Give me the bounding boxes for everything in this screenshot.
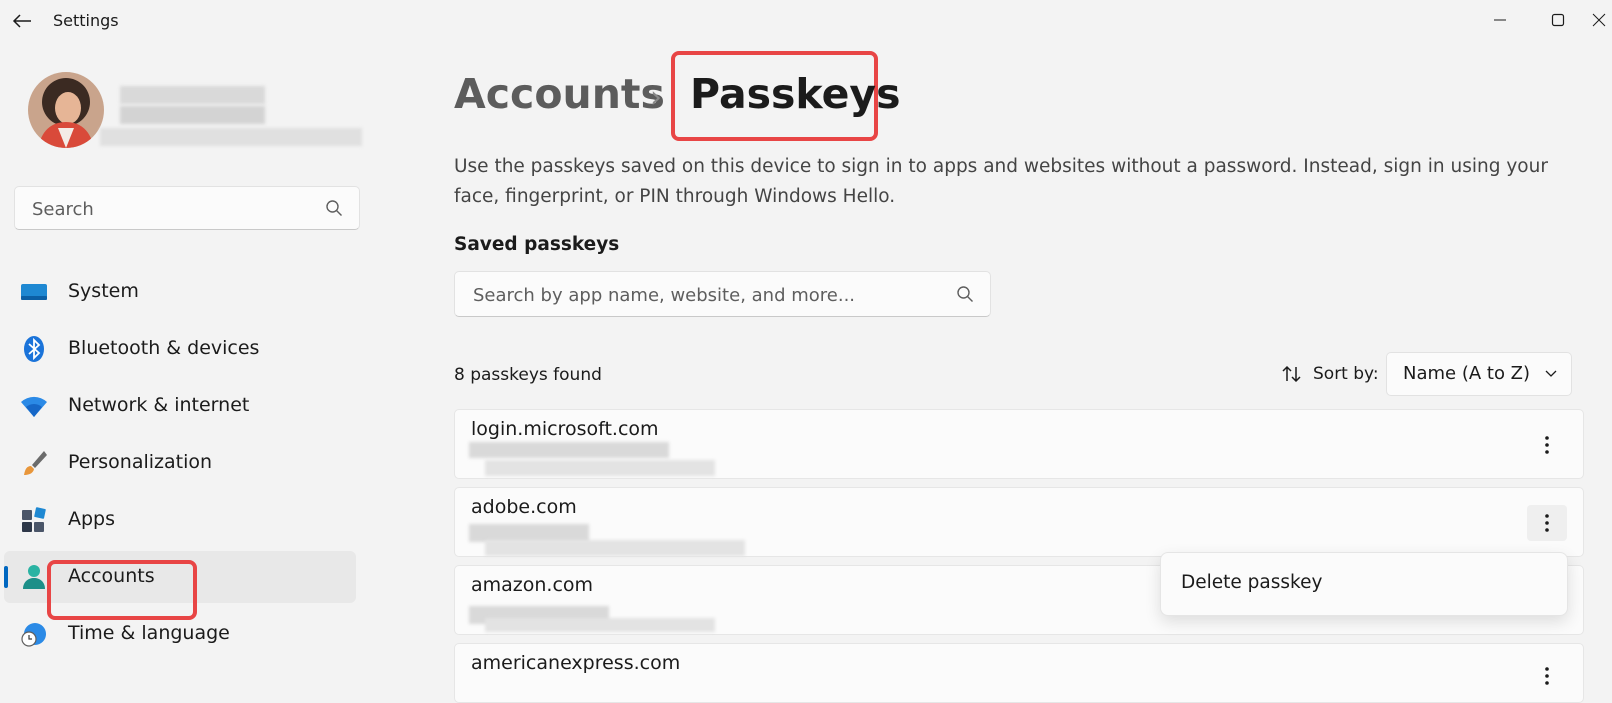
sidebar-item-label: Apps xyxy=(68,508,116,530)
maximize-icon xyxy=(1551,13,1565,27)
paintbrush-icon xyxy=(24,451,47,475)
breadcrumb-separator: › xyxy=(650,80,662,115)
delete-passkey-menu-item[interactable]: Delete passkey xyxy=(1181,572,1322,593)
sort-icon xyxy=(1282,365,1301,383)
passkey-row[interactable]: americanexpress.com xyxy=(454,643,1584,703)
chevron-down-icon xyxy=(1545,370,1557,377)
back-arrow-icon xyxy=(12,14,31,28)
more-vertical-icon xyxy=(1545,514,1549,532)
sidebar-item-label: Network & internet xyxy=(68,394,250,416)
passkey-row[interactable]: adobe.com xyxy=(454,487,1584,557)
avatar[interactable] xyxy=(28,72,104,148)
page-title: Passkeys xyxy=(690,70,901,118)
passkey-account-redacted xyxy=(485,540,745,556)
more-options-button[interactable] xyxy=(1527,427,1567,463)
sort-dropdown[interactable]: Name (A to Z) xyxy=(1386,352,1572,396)
account-icon xyxy=(23,565,45,589)
title-bar: Settings xyxy=(0,0,1612,40)
passkey-account-redacted xyxy=(469,442,669,458)
passkey-count: 8 passkeys found xyxy=(454,365,602,385)
bluetooth-icon xyxy=(24,336,44,362)
sort-value: Name (A to Z) xyxy=(1403,363,1531,384)
minimize-icon xyxy=(1494,19,1506,21)
settings-search-box[interactable] xyxy=(14,186,360,231)
sidebar-item-apps[interactable]: Apps xyxy=(4,494,356,546)
app-title: Settings xyxy=(53,11,119,30)
back-button[interactable] xyxy=(8,8,36,34)
sidebar-item-label: Accounts xyxy=(68,565,155,587)
passkey-account-redacted xyxy=(485,460,715,476)
more-vertical-icon xyxy=(1545,667,1549,685)
passkey-site: adobe.com xyxy=(471,496,577,518)
selection-indicator xyxy=(4,566,8,588)
passkey-site: amazon.com xyxy=(471,574,594,596)
passkey-account-redacted xyxy=(485,618,715,632)
sidebar-item-network[interactable]: Network & internet xyxy=(4,380,356,432)
search-icon xyxy=(957,286,973,302)
page-description: Use the passkeys saved on this device to… xyxy=(454,156,1548,207)
passkey-search-input[interactable] xyxy=(471,272,945,318)
apps-icon xyxy=(22,507,46,532)
passkey-context-menu: Delete passkey xyxy=(1160,552,1568,616)
breadcrumb-accounts[interactable]: Accounts xyxy=(454,70,665,118)
more-vertical-icon xyxy=(1545,436,1549,454)
more-options-button[interactable] xyxy=(1527,505,1567,541)
sidebar-item-personalization[interactable]: Personalization xyxy=(4,437,356,489)
search-icon xyxy=(326,200,342,216)
passkey-site: americanexpress.com xyxy=(471,652,681,674)
sidebar-item-system[interactable]: System xyxy=(4,266,356,318)
section-title: Saved passkeys xyxy=(454,234,620,255)
close-icon xyxy=(1592,13,1606,27)
more-options-button[interactable] xyxy=(1527,658,1567,694)
minimize-button[interactable] xyxy=(1480,6,1520,34)
profile-email-redacted xyxy=(100,128,362,146)
close-button[interactable] xyxy=(1592,6,1612,34)
sidebar-item-label: Personalization xyxy=(68,451,213,473)
sidebar-item-label: Time & language xyxy=(68,622,230,644)
sidebar-item-label: System xyxy=(68,280,139,302)
sidebar-item-bluetooth[interactable]: Bluetooth & devices xyxy=(4,323,356,375)
settings-search-input[interactable] xyxy=(30,187,314,231)
wifi-icon xyxy=(21,396,47,417)
sidebar-item-time-language[interactable]: Time & language xyxy=(4,608,356,660)
passkey-row[interactable]: login.microsoft.com xyxy=(454,409,1584,479)
passkey-site: login.microsoft.com xyxy=(471,418,659,440)
maximize-button[interactable] xyxy=(1538,6,1578,34)
clock-globe-icon xyxy=(21,623,46,647)
sidebar-item-label: Bluetooth & devices xyxy=(68,337,260,359)
passkey-search-box[interactable] xyxy=(454,271,991,318)
sort-label: Sort by: xyxy=(1313,364,1379,384)
sidebar-item-accounts[interactable]: Accounts xyxy=(4,551,356,603)
monitor-icon xyxy=(21,284,47,300)
